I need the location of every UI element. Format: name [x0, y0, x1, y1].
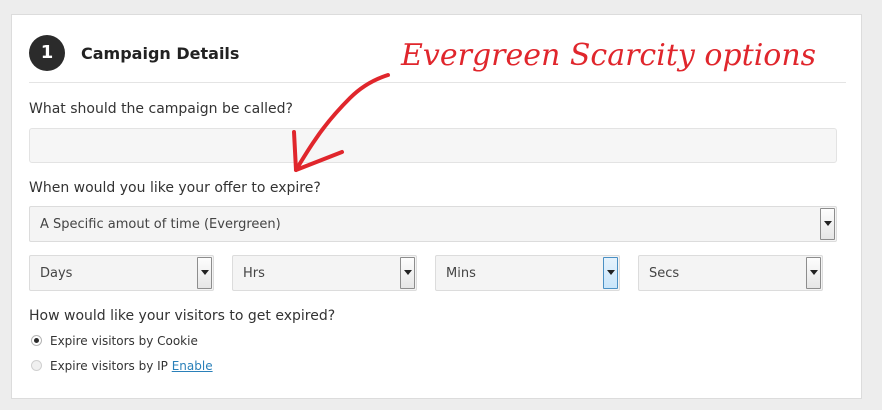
- expire-label: When would you like your offer to expire…: [29, 180, 321, 196]
- expire-by-ip-label: Expire visitors by IP: [50, 359, 168, 373]
- hours-value: Hrs: [243, 266, 265, 281]
- chevron-down-icon[interactable]: [197, 257, 212, 289]
- annotation-arrow-icon: [292, 73, 390, 172]
- chevron-down-icon[interactable]: [603, 257, 618, 289]
- section-title: Campaign Details: [81, 44, 240, 63]
- campaign-name-input[interactable]: [29, 128, 837, 163]
- days-select[interactable]: Days: [29, 255, 214, 291]
- campaign-name-label: What should the campaign be called?: [29, 101, 293, 117]
- step-number-badge: 1: [29, 35, 65, 71]
- expire-by-cookie-label: Expire visitors by Cookie: [50, 334, 198, 348]
- hours-select[interactable]: Hrs: [232, 255, 417, 291]
- chevron-down-icon[interactable]: [400, 257, 415, 289]
- radio-button[interactable]: [31, 335, 42, 346]
- visitors-expire-label: How would like your visitors to get expi…: [29, 308, 336, 324]
- enable-link[interactable]: Enable: [172, 359, 213, 373]
- expire-type-value: A Specific amout of time (Evergreen): [40, 217, 281, 232]
- seconds-value: Secs: [649, 266, 680, 281]
- annotation-text: Evergreen Scarcity options: [401, 38, 817, 73]
- chevron-down-icon[interactable]: [820, 208, 835, 240]
- seconds-select[interactable]: Secs: [638, 255, 823, 291]
- minutes-select[interactable]: Mins: [435, 255, 620, 291]
- days-value: Days: [40, 266, 73, 281]
- radio-button[interactable]: [31, 360, 42, 371]
- expire-by-ip-text: Expire visitors by IP Enable: [50, 359, 213, 373]
- minutes-value: Mins: [446, 266, 476, 281]
- expire-type-select[interactable]: A Specific amout of time (Evergreen): [29, 206, 837, 242]
- divider: [29, 82, 846, 83]
- chevron-down-icon[interactable]: [806, 257, 821, 289]
